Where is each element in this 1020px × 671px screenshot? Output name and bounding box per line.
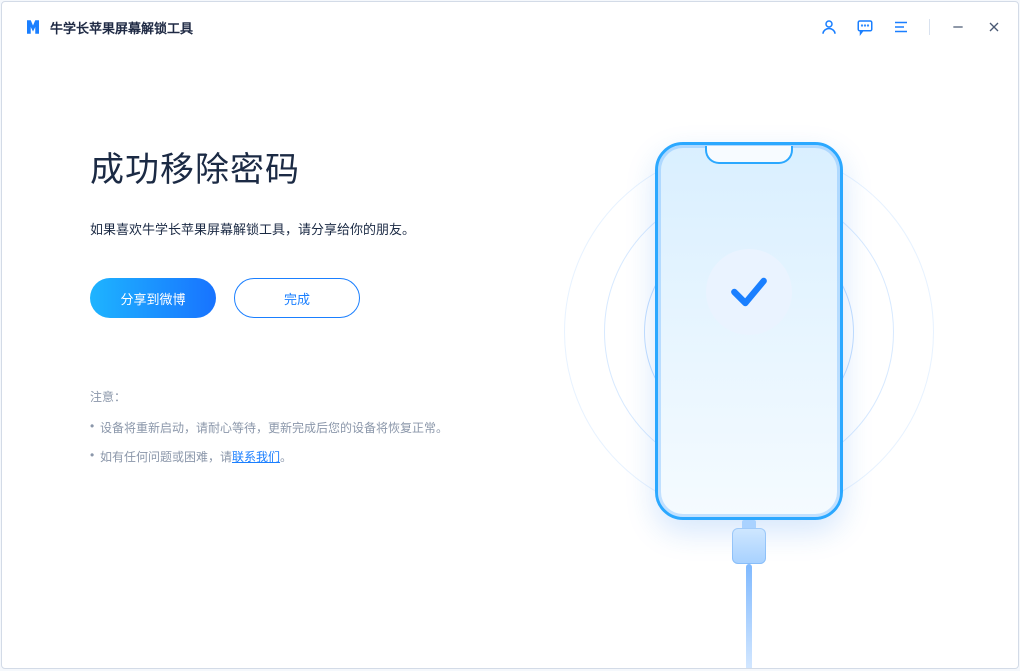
- contact-us-link[interactable]: 联系我们: [232, 450, 280, 464]
- brand-logo-icon: [24, 18, 42, 36]
- phone-notch: [705, 146, 793, 164]
- phone-cable: [729, 520, 769, 669]
- feedback-icon[interactable]: [855, 17, 875, 37]
- cable-plug: [732, 528, 766, 564]
- note-item-1: 设备将重新启动，请耐心等待，更新完成后您的设备将恢复正常。: [90, 419, 560, 436]
- page-heading: 成功移除密码: [90, 142, 560, 191]
- share-weibo-button[interactable]: 分享到微博: [90, 278, 216, 318]
- success-check-icon: [706, 249, 792, 335]
- title-actions: [819, 2, 1004, 52]
- phone-illustration: [559, 142, 939, 669]
- note-item-2-suffix: 。: [280, 450, 292, 464]
- content-area: 成功移除密码 如果喜欢牛学长苹果屏幕解锁工具，请分享给你的朋友。 分享到微博 完…: [2, 52, 1018, 668]
- brand: 牛学长苹果屏幕解锁工具: [24, 18, 193, 37]
- phone-body: [655, 142, 843, 520]
- app-window: 牛学长苹果屏幕解锁工具 成功移除密码 如果喜欢牛学长苹果屏幕解锁工具，请分享给: [1, 1, 1019, 669]
- button-row: 分享到微博 完成: [90, 278, 560, 318]
- cable-wire: [746, 564, 752, 669]
- done-button[interactable]: 完成: [234, 278, 360, 318]
- app-title: 牛学长苹果屏幕解锁工具: [50, 18, 193, 37]
- cable-tip: [742, 520, 756, 528]
- separator: [929, 19, 930, 35]
- note-item-2: 如有任何问题或困难，请联系我们。: [90, 448, 560, 465]
- left-column: 成功移除密码 如果喜欢牛学长苹果屏幕解锁工具，请分享给你的朋友。 分享到微博 完…: [90, 142, 560, 668]
- minimize-button[interactable]: [948, 17, 968, 37]
- right-column: [560, 142, 938, 668]
- note-item-2-prefix: 如有任何问题或困难，请: [100, 450, 232, 464]
- page-subtitle: 如果喜欢牛学长苹果屏幕解锁工具，请分享给你的朋友。: [90, 219, 560, 238]
- menu-icon[interactable]: [891, 17, 911, 37]
- close-button[interactable]: [984, 17, 1004, 37]
- note-list: 设备将重新启动，请耐心等待，更新完成后您的设备将恢复正常。 如有任何问题或困难，…: [90, 419, 560, 465]
- user-icon[interactable]: [819, 17, 839, 37]
- note-title: 注意：: [90, 388, 560, 405]
- titlebar: 牛学长苹果屏幕解锁工具: [2, 2, 1018, 52]
